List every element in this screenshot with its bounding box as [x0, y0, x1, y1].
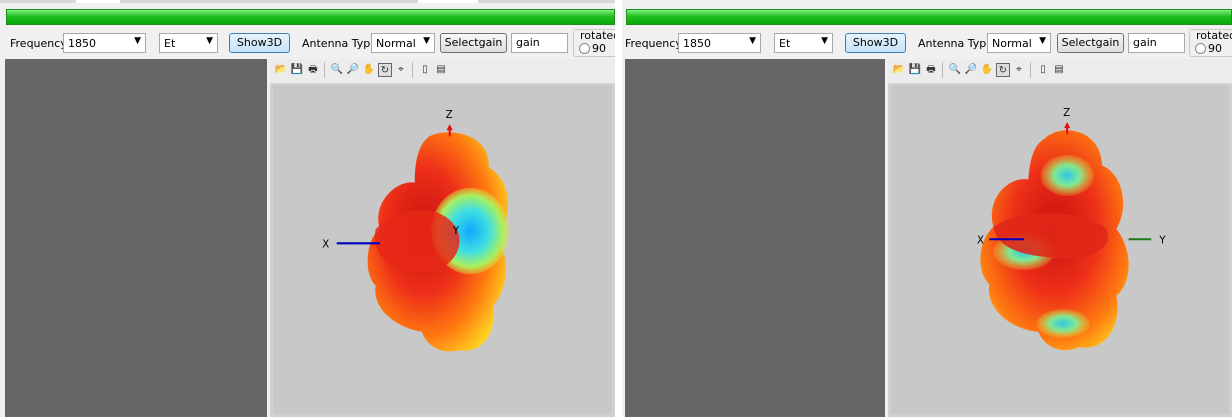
right-x-label: X — [977, 234, 984, 246]
component-select[interactable]: Et ▼ — [774, 33, 833, 53]
right-z-label: Z — [1063, 107, 1070, 119]
left-z-label: Z — [446, 109, 453, 121]
open-icon[interactable]: 📂 — [892, 63, 906, 77]
pan-icon[interactable]: ✋ — [980, 63, 994, 77]
selectgain-button[interactable]: Selectgain — [1057, 33, 1124, 53]
plot-pane: 📂 💾 🖶 🔍 🔎 ✋ ↻ ⌖ ▯ ▤ — [885, 59, 1232, 417]
pan-icon[interactable]: ✋ — [362, 63, 376, 77]
save-icon[interactable]: 💾 — [290, 63, 304, 77]
viewer: 📂 💾 🖶 🔍 🔎 ✋ ↻ ⌖ ▯ ▤ — [625, 59, 1232, 417]
zoom-out-icon[interactable]: 🔎 — [964, 63, 978, 77]
zoom-in-icon[interactable]: 🔍 — [330, 63, 344, 77]
toolbar-separator — [942, 62, 943, 78]
open-icon[interactable]: 📂 — [274, 63, 288, 77]
print-icon[interactable]: 🖶 — [924, 63, 938, 77]
frequency-value: 1850 — [683, 37, 711, 50]
rotate-3d-icon[interactable]: ↻ — [996, 63, 1010, 77]
rotated-90-radio[interactable] — [1195, 43, 1206, 54]
panel-divider — [615, 0, 622, 417]
data-cursor-icon[interactable]: ⌖ — [1012, 63, 1026, 77]
viewer: 📂 💾 🖶 🔍 🔎 ✋ ↻ ⌖ ▯ ▤ — [5, 59, 615, 417]
empty-pane — [5, 59, 267, 417]
frequency-select[interactable]: 1850 ▼ — [678, 33, 761, 53]
rotated-90-label: 90 — [1208, 42, 1222, 55]
gain-input[interactable]: gain — [511, 33, 568, 53]
left-z-arrow — [446, 124, 453, 131]
plot-area[interactable]: X Y Z — [891, 85, 1229, 414]
rotated-90-label: 90 — [592, 42, 606, 55]
antenna-type-value: Normal — [376, 37, 416, 50]
rotated-90-radio[interactable] — [579, 43, 590, 54]
component-select[interactable]: Et ▼ — [159, 33, 218, 53]
antenna-type-value: Normal — [992, 37, 1032, 50]
radiation-pattern-3d: X Z Y — [322, 109, 510, 352]
right-pattern-null-top — [1040, 154, 1094, 197]
print-icon[interactable]: 🖶 — [306, 63, 320, 77]
progress-fill — [7, 10, 614, 24]
show3d-button[interactable]: Show3D — [229, 33, 290, 53]
right-y-label: Y — [1158, 234, 1166, 246]
rotated-title: rotated — [580, 30, 615, 42]
plot-pane: 📂 💾 🖶 🔍 🔎 ✋ ↻ ⌖ ▯ ▤ — [267, 59, 615, 417]
right-pattern-null-bottom — [1036, 309, 1090, 338]
legend-icon[interactable]: ▤ — [434, 63, 448, 77]
zoom-out-icon[interactable]: 🔎 — [346, 63, 360, 77]
colorbar-icon[interactable]: ▯ — [1036, 63, 1050, 77]
rotated-group: rotated 90 — [1189, 29, 1232, 57]
control-bar: Frequency 1850 ▼ Et ▼ Show3D Antenna Typ… — [622, 29, 1232, 57]
control-bar: Frequency 1850 ▼ Et ▼ Show3D Antenna Typ… — [0, 29, 615, 57]
plot-toolbar: 📂 💾 🖶 🔍 🔎 ✋ ↻ ⌖ ▯ ▤ — [270, 59, 615, 84]
toolbar-separator — [324, 62, 325, 78]
rotated-group: rotated 90 — [573, 29, 615, 57]
antenna-type-select[interactable]: Normal ▼ — [371, 33, 435, 53]
data-cursor-icon[interactable]: ⌖ — [394, 63, 408, 77]
left-panel: Frequency 1850 ▼ Et ▼ Show3D Antenna Typ… — [0, 0, 615, 417]
right-panel: Frequency 1850 ▼ Et ▼ Show3D Antenna Typ… — [622, 0, 1232, 417]
rotated-title: rotated — [1196, 30, 1232, 42]
plot-toolbar: 📂 💾 🖶 🔍 🔎 ✋ ↻ ⌖ ▯ ▤ — [888, 59, 1232, 84]
frequency-label: Frequency — [10, 37, 67, 50]
progress-fill — [627, 10, 1231, 24]
chevron-down-icon: ▼ — [1039, 36, 1046, 46]
rotate-3d-icon[interactable]: ↻ — [378, 63, 392, 77]
plot-area[interactable]: X Z Y — [273, 85, 612, 414]
chevron-down-icon: ▼ — [423, 36, 430, 46]
colorbar-icon[interactable]: ▯ — [418, 63, 432, 77]
frequency-value: 1850 — [68, 37, 96, 50]
show3d-button[interactable]: Show3D — [845, 33, 906, 53]
frequency-select[interactable]: 1850 ▼ — [63, 33, 146, 53]
chevron-down-icon: ▼ — [749, 36, 756, 46]
gain-input[interactable]: gain — [1128, 33, 1185, 53]
toolbar-separator — [412, 62, 413, 78]
antenna-type-select[interactable]: Normal ▼ — [987, 33, 1051, 53]
zoom-in-icon[interactable]: 🔍 — [948, 63, 962, 77]
legend-icon[interactable]: ▤ — [1052, 63, 1066, 77]
right-z-arrow — [1064, 122, 1071, 129]
tab-strip — [0, 0, 615, 3]
toolbar-separator — [1030, 62, 1031, 78]
chevron-down-icon: ▼ — [821, 36, 828, 46]
radiation-pattern-3d: X Y Z — [977, 107, 1166, 351]
selectgain-button[interactable]: Selectgain — [440, 33, 507, 53]
progress-bar — [6, 9, 615, 25]
frequency-label: Frequency — [625, 37, 682, 50]
save-icon[interactable]: 💾 — [908, 63, 922, 77]
chevron-down-icon: ▼ — [206, 36, 213, 46]
progress-bar — [626, 9, 1232, 25]
left-x-label: X — [322, 238, 329, 250]
component-value: Et — [779, 37, 791, 50]
antenna-type-label: Antenna Type — [918, 37, 994, 50]
component-value: Et — [164, 37, 176, 50]
empty-pane — [625, 59, 885, 417]
chevron-down-icon: ▼ — [134, 36, 141, 46]
left-y-label: Y — [452, 225, 460, 237]
antenna-type-label: Antenna Type — [302, 37, 378, 50]
